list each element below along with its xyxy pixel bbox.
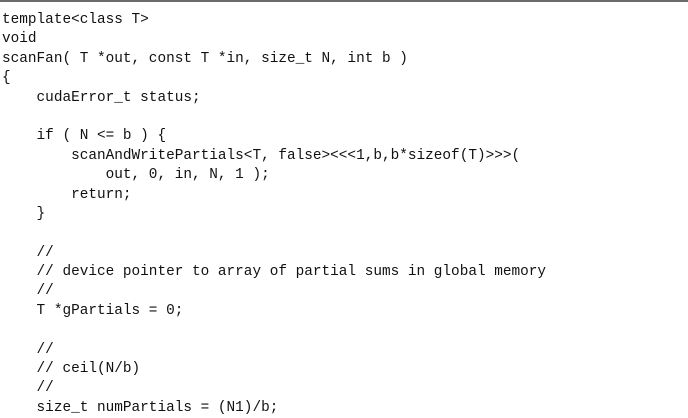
code-line: scanAndWritePartials<T, false><<<1,b,b*s… <box>2 147 521 164</box>
code-line: out, 0, in, N, 1 ); <box>2 167 270 184</box>
code-line: cudaError_t status; <box>2 89 201 106</box>
code-line: T *gPartials = 0; <box>2 302 184 319</box>
code-listing: template<class T> void scanFan( T *out, … <box>0 0 688 416</box>
code-line: scanFan( T *out, const T *in, size_t N, … <box>2 50 408 67</box>
code-line: { <box>2 70 11 87</box>
code-line: if ( N <= b ) { <box>2 128 167 145</box>
code-line: // device pointer to array of partial su… <box>2 264 547 281</box>
code-line: void <box>2 31 37 48</box>
code-line: // <box>2 244 54 261</box>
code-line: template<class T> <box>2 12 149 28</box>
code-line: // ceil(N/b) <box>2 361 141 378</box>
code-line: // <box>2 283 54 300</box>
code-line: // <box>2 380 54 397</box>
code-line: // <box>2 341 54 358</box>
code-line: return; <box>2 186 132 203</box>
code-line: } <box>2 205 46 222</box>
code-line: size_t numPartials = (N1)/b; <box>2 399 279 416</box>
